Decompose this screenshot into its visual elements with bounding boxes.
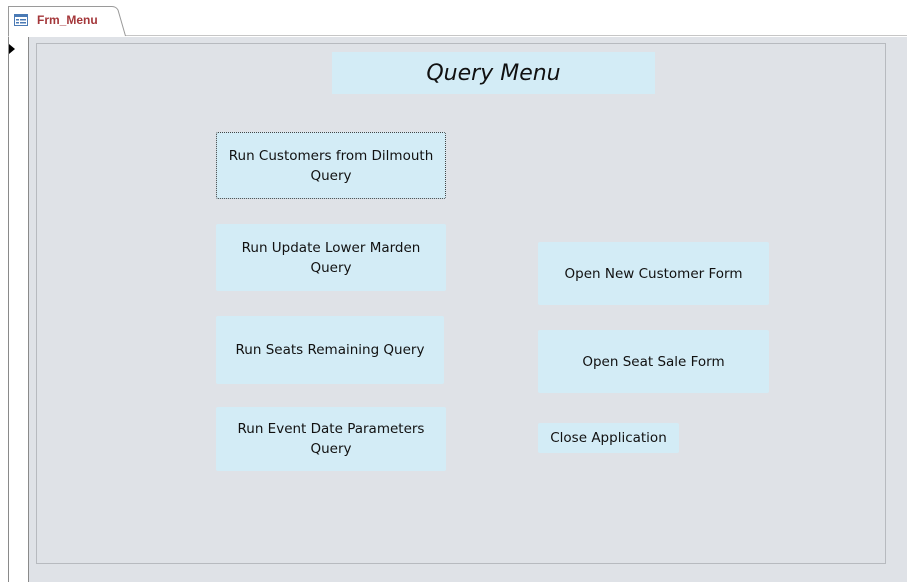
record-selector[interactable]: [8, 37, 29, 582]
form-icon: [14, 14, 28, 26]
tab-label: Frm_Menu: [37, 13, 98, 27]
close-application-button[interactable]: Close Application: [538, 423, 679, 453]
tab-strip-divider: [124, 35, 907, 36]
run-event-date-parameters-button[interactable]: Run Event Date Parameters Query: [216, 407, 446, 471]
open-seat-sale-form-button[interactable]: Open Seat Sale Form: [538, 330, 769, 393]
run-customers-dilmouth-button[interactable]: Run Customers from Dilmouth Query: [216, 132, 446, 199]
run-seats-remaining-button[interactable]: Run Seats Remaining Query: [216, 316, 444, 384]
current-record-arrow-icon: [9, 44, 15, 54]
document-tab-strip: Frm_Menu: [0, 0, 907, 37]
tab-frm-menu[interactable]: Frm_Menu: [8, 6, 126, 37]
open-new-customer-form-button[interactable]: Open New Customer Form: [538, 242, 769, 305]
access-form-window: Frm_Menu Query Menu Run Customers from D…: [0, 0, 907, 582]
form-title: Query Menu: [332, 52, 655, 94]
run-update-lower-marden-button[interactable]: Run Update Lower Marden Query: [216, 224, 446, 291]
